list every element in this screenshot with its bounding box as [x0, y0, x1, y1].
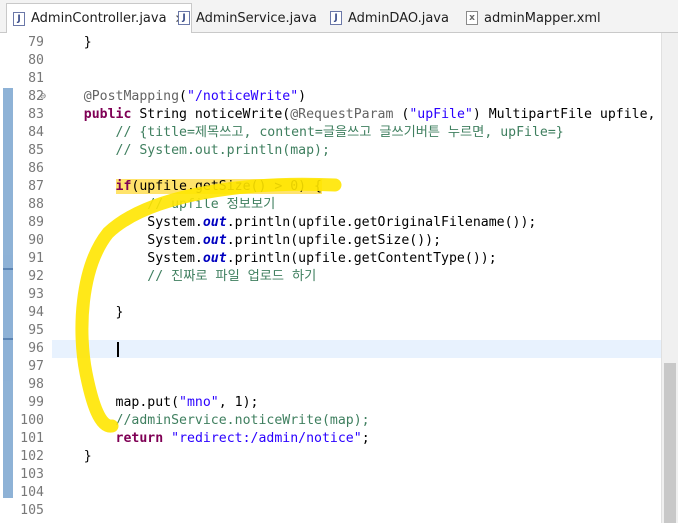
tab-label: AdminDAO.java — [348, 10, 449, 26]
xml-file-icon — [466, 11, 478, 25]
scrollbar-thumb[interactable] — [664, 363, 676, 523]
tab-adminservice-java[interactable]: AdminService.java — [172, 4, 323, 32]
editor-tab-bar: AdminController.java✕AdminService.java Ad… — [0, 0, 678, 33]
tab-admindao-java[interactable]: AdminDAO.java — [324, 4, 455, 32]
tab-label: adminMapper.xml — [484, 10, 601, 26]
vertical-scrollbar[interactable] — [661, 33, 678, 523]
code-editor[interactable]: 79 } 80 81 82 ⊖ @PostMapping("/noticeWrite")… — [0, 33, 678, 523]
tab-label: AdminService.java — [196, 10, 317, 26]
tab-label: AdminController.java — [31, 11, 167, 26]
java-file-icon — [178, 11, 190, 25]
yellow-pen-annotation — [75, 177, 342, 433]
tab-adminmapper-xml[interactable]: adminMapper.xml — [460, 4, 607, 32]
tab-admincontroller-java[interactable]: AdminController.java✕ — [6, 3, 192, 33]
java-file-icon — [13, 11, 25, 26]
java-file-icon — [330, 11, 342, 25]
